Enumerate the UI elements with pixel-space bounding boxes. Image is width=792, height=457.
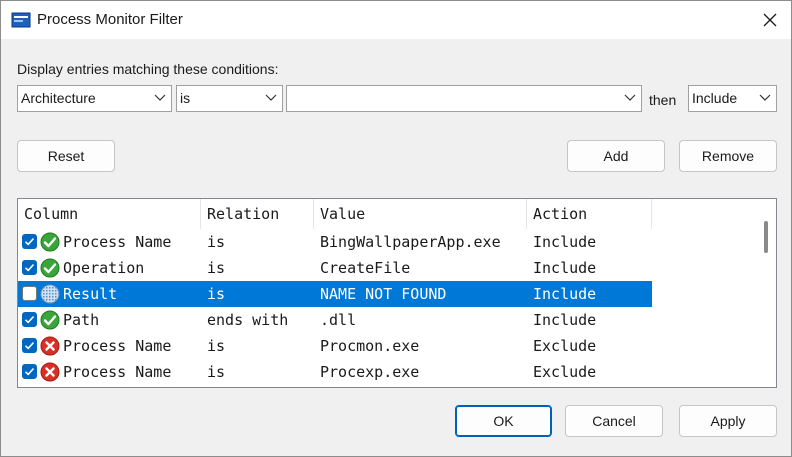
checkmark-icon — [24, 368, 35, 376]
include-check-icon — [40, 258, 60, 278]
cell-column: Process Name — [63, 337, 172, 355]
cell-column: Result — [63, 285, 118, 303]
disabled-filter-icon — [40, 284, 60, 304]
cell-value: .dll — [320, 311, 357, 329]
chevron-down-icon — [624, 94, 636, 101]
column-header-column[interactable]: Column — [18, 199, 201, 229]
list-header: Column Relation Value Action — [18, 199, 760, 229]
scrollbar-thumb[interactable] — [764, 221, 768, 253]
table-row[interactable]: Process Name is BingWallpaperApp.exe Includ… — [18, 229, 652, 255]
include-check-icon — [40, 232, 60, 252]
add-button[interactable]: Add — [567, 140, 665, 172]
then-label: then — [649, 92, 677, 108]
checkbox-checked[interactable] — [22, 312, 37, 327]
conditions-prompt: Display entries matching these condition… — [17, 61, 279, 77]
filter-list[interactable]: Column Relation Value Action Process Nam… — [17, 198, 777, 388]
checkmark-icon — [24, 238, 35, 246]
cancel-button[interactable]: Cancel — [565, 405, 663, 437]
cell-relation: is — [207, 337, 226, 355]
column-combo-value: Architecture — [21, 90, 96, 106]
cell-value: BingWallpaperApp.exe — [320, 233, 501, 251]
relation-combo[interactable]: is — [176, 85, 283, 112]
cell-column: Process Name — [63, 233, 172, 251]
cell-column: Process Name — [63, 363, 172, 381]
checkbox-checked[interactable] — [22, 234, 37, 249]
column-header-value[interactable]: Value — [314, 199, 527, 229]
table-row[interactable]: Path ends with .dll Include — [18, 307, 652, 333]
cell-relation: is — [207, 233, 226, 251]
cell-relation: is — [207, 363, 226, 381]
chevron-down-icon — [759, 94, 771, 101]
cell-action: Include — [533, 233, 597, 251]
cell-value: Procmon.exe — [320, 337, 420, 355]
cell-action: Include — [533, 259, 597, 277]
relation-combo-value: is — [180, 90, 191, 106]
table-row[interactable]: Result is NAME NOT FOUND Include — [18, 281, 652, 307]
exclude-x-icon — [40, 362, 60, 382]
column-combo[interactable]: Architecture — [17, 85, 172, 112]
vertical-scrollbar[interactable] — [760, 199, 776, 387]
cell-column: Operation — [63, 259, 145, 277]
ok-button[interactable]: OK — [455, 405, 552, 437]
chevron-down-icon — [265, 94, 277, 101]
cell-relation: is — [207, 259, 226, 277]
title-bar: Process Monitor Filter — [1, 1, 791, 39]
cell-column: Path — [63, 311, 100, 329]
action-combo[interactable]: Include — [688, 85, 777, 112]
checkbox-checked[interactable] — [22, 364, 37, 379]
cell-relation: ends with — [207, 311, 289, 329]
cell-value: Procexp.exe — [320, 363, 420, 381]
checkmark-icon — [24, 342, 35, 350]
close-icon — [763, 13, 777, 27]
exclude-x-icon — [40, 336, 60, 356]
include-check-icon — [40, 310, 60, 330]
reset-button[interactable]: Reset — [17, 140, 115, 172]
cell-value: CreateFile — [320, 259, 411, 277]
table-row[interactable]: Process Name is Procexp.exe Exclude — [18, 359, 652, 385]
checkbox-checked[interactable] — [22, 338, 37, 353]
table-row[interactable]: Operation is CreateFile Include — [18, 255, 652, 281]
checkmark-icon — [24, 264, 35, 272]
remove-button[interactable]: Remove — [679, 140, 777, 172]
apply-button[interactable]: Apply — [679, 405, 777, 437]
checkbox-unchecked[interactable] — [22, 286, 37, 301]
checkbox-checked[interactable] — [22, 260, 37, 275]
close-button[interactable] — [753, 5, 787, 35]
cell-action: Include — [533, 285, 597, 303]
window-title: Process Monitor Filter — [37, 11, 183, 28]
process-monitor-filter-dialog: Process Monitor Filter Display entries m… — [0, 0, 792, 457]
value-combo[interactable] — [286, 85, 642, 112]
table-row[interactable]: Process Name is Procmon.exe Exclude — [18, 333, 652, 359]
chevron-down-icon — [154, 94, 166, 101]
cell-action: Include — [533, 311, 597, 329]
process-monitor-app-icon — [11, 12, 31, 28]
checkmark-icon — [24, 316, 35, 324]
action-combo-value: Include — [692, 90, 738, 106]
column-header-action[interactable]: Action — [527, 199, 652, 229]
column-header-relation[interactable]: Relation — [201, 199, 314, 229]
cell-value: NAME NOT FOUND — [320, 285, 447, 303]
cell-action: Exclude — [533, 337, 597, 355]
cell-action: Exclude — [533, 363, 597, 381]
cell-relation: is — [207, 285, 226, 303]
